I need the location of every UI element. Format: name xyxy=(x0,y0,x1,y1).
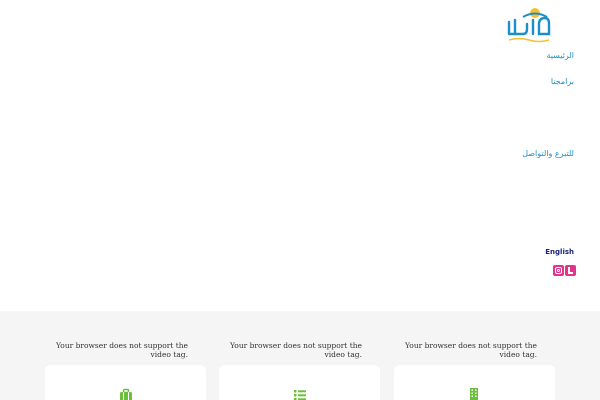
social-links xyxy=(553,265,576,276)
feature-column: Your browser does not support the video … xyxy=(394,311,555,400)
list-icon xyxy=(294,390,306,400)
social-icon[interactable] xyxy=(565,265,576,276)
nav-contact-link[interactable]: للتبرع والتواصل xyxy=(522,149,574,158)
features-section: Your browser does not support the video … xyxy=(0,311,600,400)
language-switch-link[interactable]: English xyxy=(545,248,574,256)
afaq-logo-icon[interactable] xyxy=(505,4,555,46)
feature-column: Your browser does not support the video … xyxy=(45,311,206,400)
feature-column: Your browser does not support the video … xyxy=(219,311,380,400)
building-icon xyxy=(470,388,478,400)
video-fallback-text: Your browser does not support the video … xyxy=(56,341,188,359)
briefcase-icon xyxy=(120,388,132,400)
instagram-icon[interactable] xyxy=(553,265,564,276)
nav-programs-link[interactable]: برامجنا xyxy=(551,77,574,86)
page: الرئيسية برامجنا للتبرع والتواصل English… xyxy=(0,0,600,400)
nav-home-link[interactable]: الرئيسية xyxy=(546,51,574,60)
video-fallback-text: Your browser does not support the video … xyxy=(405,341,537,359)
video-fallback-text: Your browser does not support the video … xyxy=(230,341,362,359)
